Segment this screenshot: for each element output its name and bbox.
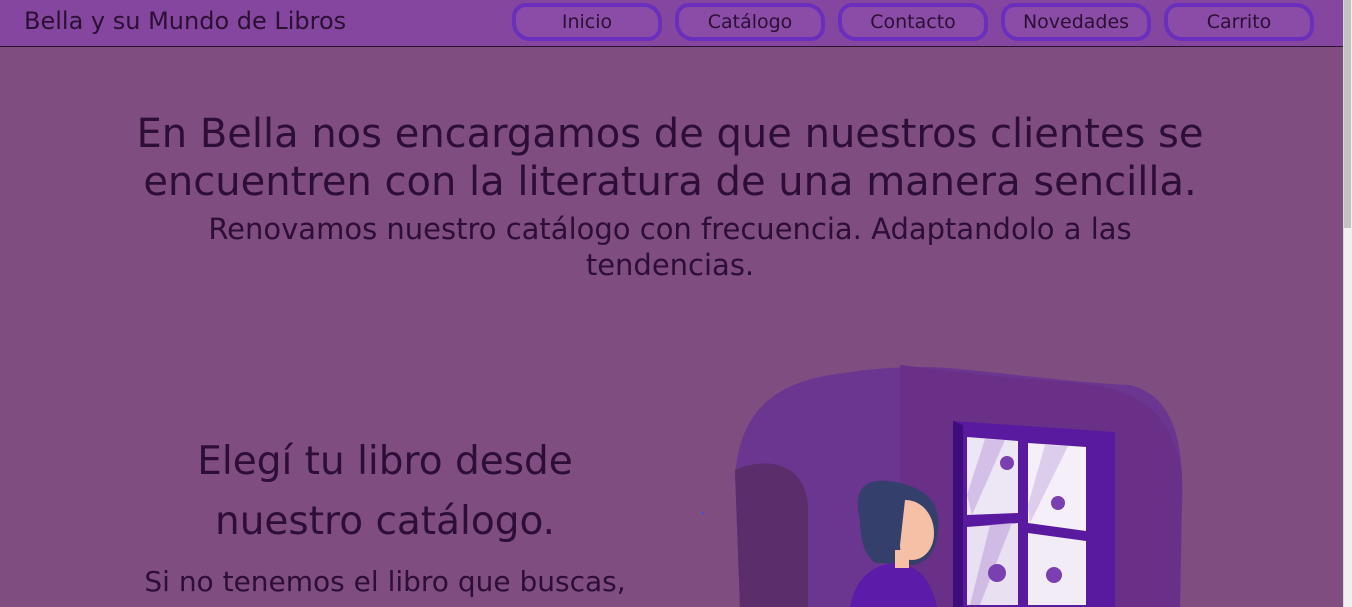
catalog-section-title: Elegí tu libro desde nuestro catálogo. bbox=[197, 439, 573, 544]
hero-title: En Bella nos encargamos de que nuestros … bbox=[136, 111, 1204, 205]
brand-title[interactable]: Bella y su Mundo de Libros bbox=[24, 7, 346, 35]
nav-novedades-button[interactable]: Novedades bbox=[1001, 3, 1151, 41]
vertical-scrollbar[interactable] bbox=[1343, 0, 1352, 607]
hero-subtitle: Renovamos nuestro catálogo con frecuenci… bbox=[208, 212, 1132, 282]
top-navbar: Bella y su Mundo de Libros Inicio Catálo… bbox=[0, 0, 1343, 47]
nav-carrito-button[interactable]: Carrito bbox=[1164, 3, 1314, 41]
nav-inicio-button[interactable]: Inicio bbox=[512, 3, 662, 41]
nav-catalogo-button[interactable]: Catálogo bbox=[675, 3, 825, 41]
nav-contacto-button[interactable]: Contacto bbox=[838, 3, 988, 41]
woman-at-window-illustration bbox=[702, 365, 1183, 607]
catalog-section-text: Si no tenemos el libro que buscas, bbox=[144, 565, 626, 598]
scrollbar-thumb[interactable] bbox=[1344, 0, 1351, 228]
